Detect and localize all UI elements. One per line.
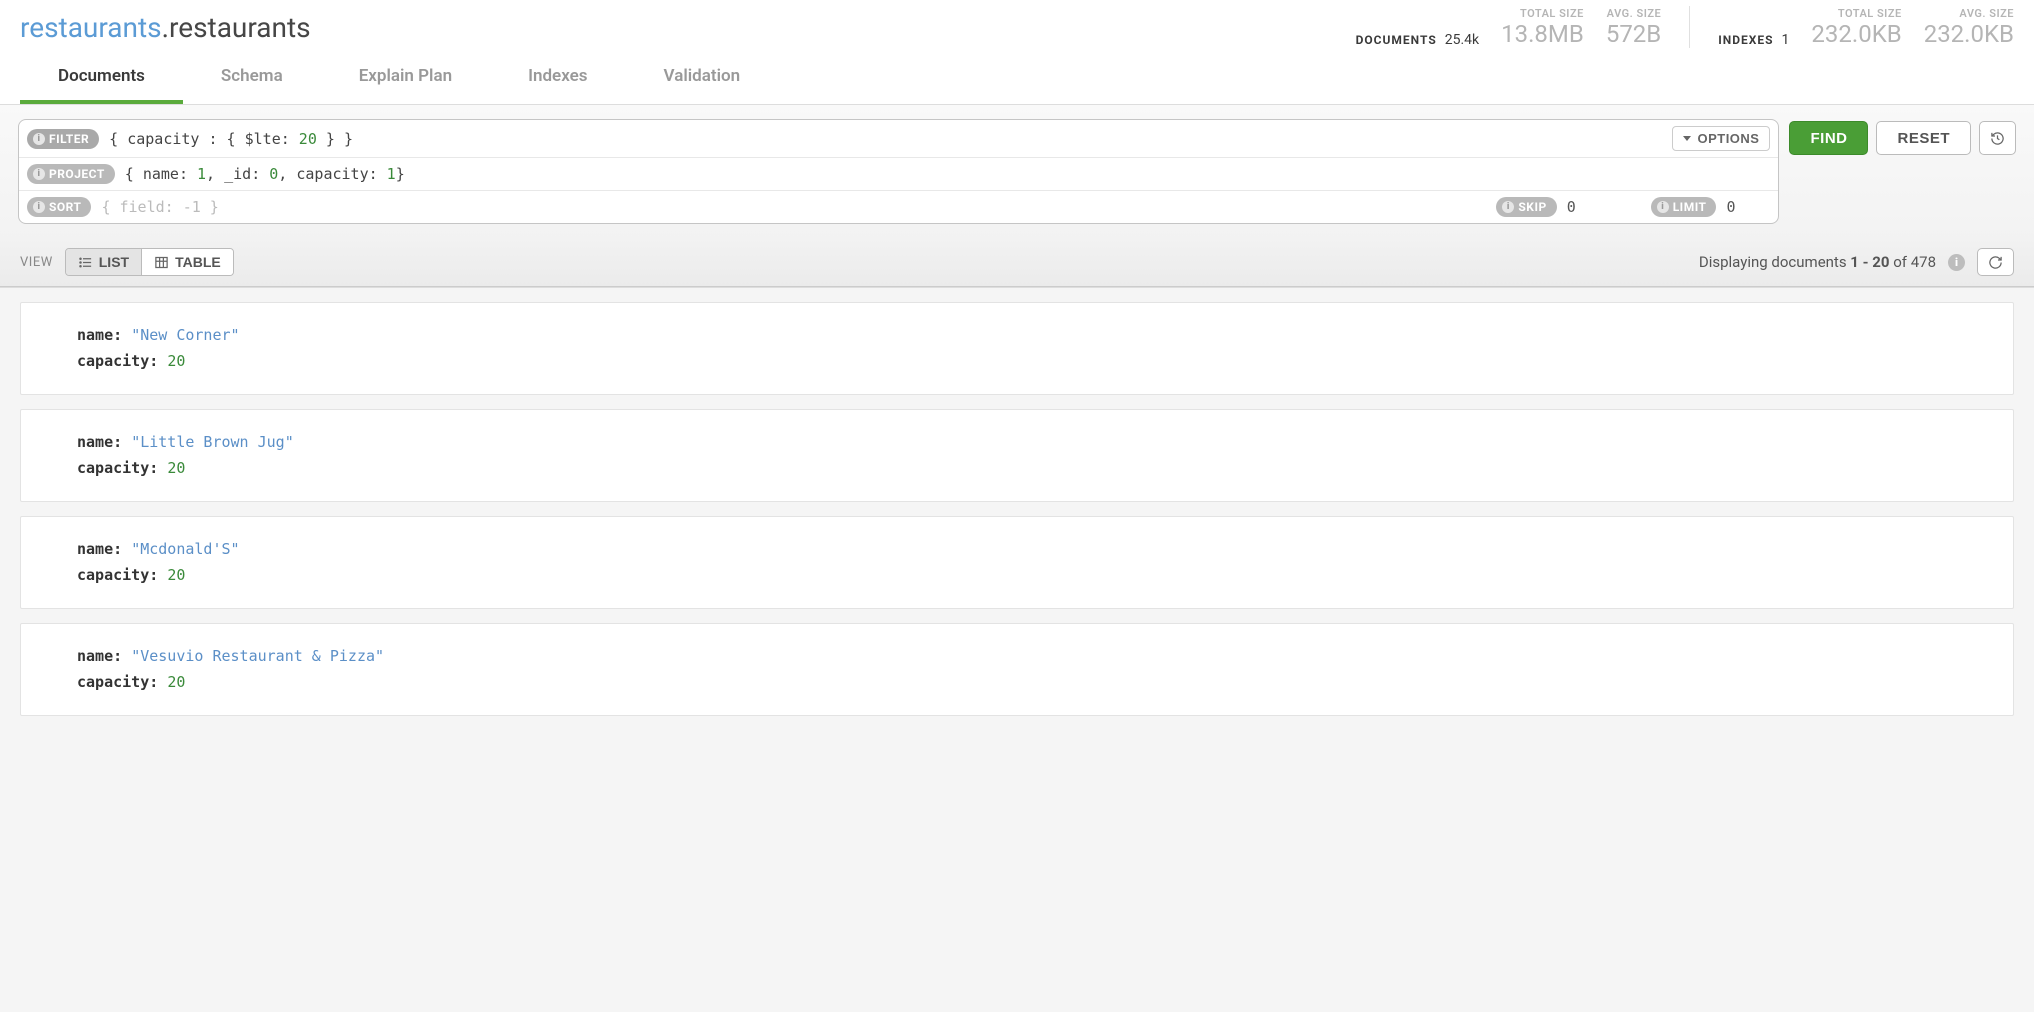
info-icon: i <box>1502 201 1514 213</box>
field-value-name: "New Corner" <box>131 326 239 344</box>
idx-total-size-value: 232.0KB <box>1811 20 1901 48</box>
project-pill: iPROJECT <box>27 164 115 184</box>
info-icon: i <box>33 201 45 213</box>
view-bar: VIEW LIST TABLE Displaying documents 1 -… <box>0 238 2034 287</box>
skip-pill: iSKIP <box>1496 197 1556 217</box>
table-icon <box>154 255 169 270</box>
field-value-name: "Vesuvio Restaurant & Pizza" <box>131 647 384 665</box>
documents-value: 25.4k <box>1445 32 1479 48</box>
field-key: capacity: <box>77 673 158 691</box>
info-icon: i <box>33 133 45 145</box>
view-toggle: LIST TABLE <box>65 248 234 276</box>
skip-input[interactable] <box>1567 198 1611 216</box>
sort-row: iSORT iSKIP iLIMIT <box>19 191 1778 223</box>
project-row: iPROJECT { name: 1, _id: 0, capacity: 1} <box>19 158 1778 191</box>
find-button[interactable]: FIND <box>1789 121 1868 155</box>
history-button[interactable] <box>1979 121 2016 155</box>
tab-indexes[interactable]: Indexes <box>490 52 625 104</box>
limit-input[interactable] <box>1726 198 1770 216</box>
history-icon <box>1990 131 2005 146</box>
query-inputs: iFILTER { capacity : { $lte: 20 } } OPTI… <box>18 119 1779 224</box>
field-key: name: <box>77 433 122 451</box>
refresh-icon <box>1988 255 2003 270</box>
idx-avg-size-label: AVG. SIZE <box>1924 7 2014 20</box>
view-list-button[interactable]: LIST <box>66 249 141 275</box>
field-key: name: <box>77 326 122 344</box>
sort-pill: iSORT <box>27 197 91 217</box>
info-icon[interactable]: i <box>1948 254 1965 271</box>
stats-divider <box>1689 6 1690 48</box>
field-value-capacity: 20 <box>167 352 185 370</box>
tabs: Documents Schema Explain Plan Indexes Va… <box>0 52 2034 105</box>
document-card[interactable]: name: "Vesuvio Restaurant & Pizza" capaci… <box>20 623 2014 716</box>
field-key: capacity: <box>77 566 158 584</box>
sort-input[interactable] <box>101 198 1496 216</box>
doc-total-size-label: TOTAL SIZE <box>1501 7 1584 20</box>
options-button[interactable]: OPTIONS <box>1672 126 1770 151</box>
display-range: 1 - 20 <box>1850 253 1889 271</box>
document-card[interactable]: name: "Little Brown Jug" capacity: 20 <box>20 409 2014 502</box>
indexes-label: INDEXES <box>1718 33 1773 47</box>
idx-total-size-label: TOTAL SIZE <box>1811 7 1901 20</box>
limit-pill: iLIMIT <box>1651 197 1717 217</box>
display-prefix: Displaying documents <box>1699 253 1850 271</box>
field-value-capacity: 20 <box>167 566 185 584</box>
collection-stats: DOCUMENTS 25.4k TOTAL SIZE 13.8MB AVG. S… <box>1356 6 2014 52</box>
refresh-button[interactable] <box>1977 248 2014 276</box>
field-value-capacity: 20 <box>167 459 185 477</box>
documents-label: DOCUMENTS <box>1356 33 1437 47</box>
field-value-name: "Little Brown Jug" <box>131 433 294 451</box>
doc-avg-size-label: AVG. SIZE <box>1606 7 1661 20</box>
doc-avg-size-value: 572B <box>1606 20 1661 48</box>
document-card[interactable]: name: "New Corner" capacity: 20 <box>20 302 2014 395</box>
tab-validation[interactable]: Validation <box>626 52 779 104</box>
field-key: capacity: <box>77 352 158 370</box>
field-key: name: <box>77 540 122 558</box>
chevron-down-icon <box>1683 136 1691 141</box>
breadcrumb-sep: . <box>162 11 169 44</box>
view-table-button[interactable]: TABLE <box>141 249 233 275</box>
field-key: capacity: <box>77 459 158 477</box>
view-label: VIEW <box>20 255 53 270</box>
tab-documents[interactable]: Documents <box>20 52 183 104</box>
results-list: name: "New Corner"capacity: 20name: "Lit… <box>0 302 2034 736</box>
document-card[interactable]: name: "Mcdonald'S" capacity: 20 <box>20 516 2014 609</box>
field-key: name: <box>77 647 122 665</box>
filter-input[interactable]: { capacity : { $lte: 20 } } <box>109 130 1664 148</box>
info-icon: i <box>1657 201 1669 213</box>
filter-row: iFILTER { capacity : { $lte: 20 } } OPTI… <box>19 120 1778 158</box>
list-icon <box>78 255 93 270</box>
breadcrumb-db[interactable]: restaurants <box>20 11 162 44</box>
idx-avg-size-value: 232.0KB <box>1924 20 2014 48</box>
indexes-value: 1 <box>1782 32 1790 48</box>
breadcrumb: restaurants.restaurants <box>20 11 311 52</box>
breadcrumb-coll: restaurants <box>169 11 311 44</box>
filter-pill: iFILTER <box>27 129 99 149</box>
doc-total-size-value: 13.8MB <box>1501 20 1584 48</box>
reset-button[interactable]: RESET <box>1876 121 1971 155</box>
field-value-name: "Mcdonald'S" <box>131 540 239 558</box>
query-bar: iFILTER { capacity : { $lte: 20 } } OPTI… <box>0 105 2034 288</box>
tab-schema[interactable]: Schema <box>183 52 321 104</box>
display-total: 478 <box>1911 253 1936 271</box>
tab-explain-plan[interactable]: Explain Plan <box>321 52 490 104</box>
collection-header: restaurants.restaurants DOCUMENTS 25.4k … <box>0 0 2034 52</box>
pagination-status: Displaying documents 1 - 20 of 478 i <box>1699 248 2014 276</box>
field-value-capacity: 20 <box>167 673 185 691</box>
info-icon: i <box>33 168 45 180</box>
project-input[interactable]: { name: 1, _id: 0, capacity: 1} <box>125 165 1771 183</box>
